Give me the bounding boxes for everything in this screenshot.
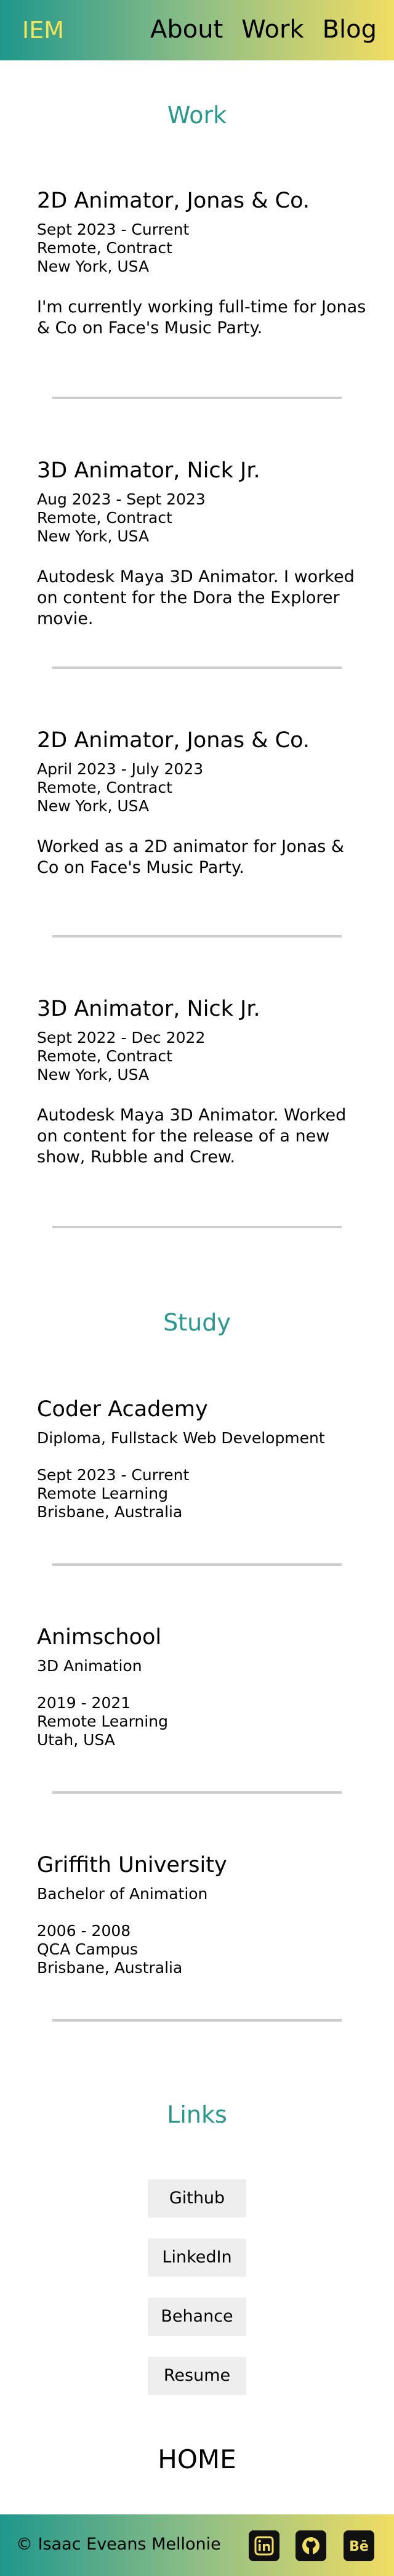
main-nav: About Work Blog — [150, 14, 377, 46]
links-section-title: Links — [167, 2101, 227, 2128]
work-entry-type: Remote, Contract — [37, 1047, 172, 1065]
work-entry-description: Autodesk Maya 3D Animator. Worked on con… — [37, 1106, 347, 1167]
work-entry-description: I'm currently working full-time for Jona… — [37, 298, 366, 338]
study-entry-mode: QCA Campus — [37, 1940, 139, 1958]
study-entry-qualification: Diploma, Fullstack Web Development — [37, 1429, 325, 1447]
work-entry-dates: Aug 2023 - Sept 2023 — [37, 490, 206, 508]
study-entry-dates: Sept 2023 - Current — [37, 1466, 190, 1484]
work-entry-type: Remote, Contract — [37, 779, 172, 796]
site-footer: © Isaac Eveans Mellonie Bē — [0, 2514, 394, 2576]
work-section-title: Work — [167, 102, 227, 129]
work-entry-location: New York, USA — [37, 527, 150, 545]
divider — [52, 935, 342, 938]
divider — [52, 1563, 342, 1566]
work-entry-title: 2D Animator, Jonas & Co. — [37, 728, 310, 753]
behance-icon[interactable]: Bē — [344, 2530, 374, 2561]
work-entry-type: Remote, Contract — [37, 239, 172, 257]
study-entry-title: Griffith University — [37, 1853, 227, 1877]
study-entry: Coder Academy Diploma, Fullstack Web Dev… — [37, 1396, 369, 1521]
behance-link-button[interactable]: Behance — [148, 2298, 246, 2336]
work-entry-location: New York, USA — [37, 797, 150, 815]
nav-blog-link[interactable]: Blog — [323, 14, 377, 46]
work-entry-location: New York, USA — [37, 257, 150, 275]
study-entry-qualification: 3D Animation — [37, 1657, 142, 1675]
linkedin-link-button[interactable]: LinkedIn — [148, 2238, 246, 2277]
study-entry-mode: Remote Learning — [37, 1484, 168, 1502]
divider — [52, 397, 342, 399]
study-entry-dates: 2019 - 2021 — [37, 1694, 131, 1712]
study-entry-location: Brisbane, Australia — [37, 1503, 183, 1521]
divider — [52, 1791, 342, 1794]
study-entry-mode: Remote Learning — [37, 1712, 168, 1730]
study-entry-title: Coder Academy — [37, 1397, 208, 1422]
work-entry-dates: April 2023 - July 2023 — [37, 760, 204, 778]
divider — [52, 666, 342, 669]
page: IEM About Work Blog Work 2D Animator, Jo… — [0, 0, 394, 2576]
work-entry-dates: Sept 2023 - Current — [37, 221, 190, 238]
study-entry-qualification: Bachelor of Animation — [37, 1885, 208, 1903]
study-section-title: Study — [163, 1309, 231, 1336]
work-entry-title: 3D Animator, Nick Jr. — [37, 997, 260, 1021]
nav-work-link[interactable]: Work — [241, 14, 304, 46]
work-entry-title: 3D Animator, Nick Jr. — [37, 458, 260, 483]
study-entry: Griffith University Bachelor of Animatio… — [37, 1852, 369, 1977]
copyright-text: © Isaac Eveans Mellonie — [16, 2535, 221, 2554]
work-entry-type: Remote, Contract — [37, 509, 172, 527]
github-link-button[interactable]: Github — [148, 2179, 246, 2218]
work-entry: 3D Animator, Nick Jr. Sept 2022 - Dec 20… — [37, 995, 369, 1168]
work-entry-description: Autodesk Maya 3D Animator. I worked on c… — [37, 567, 355, 628]
study-entry-dates: 2006 - 2008 — [37, 1922, 131, 1940]
divider — [52, 1226, 342, 1228]
home-link[interactable]: HOME — [0, 2443, 394, 2476]
work-entry: 3D Animator, Nick Jr. Aug 2023 - Sept 20… — [37, 457, 369, 630]
work-entry: 2D Animator, Jonas & Co. Sept 2023 - Cur… — [37, 187, 369, 339]
work-entry-title: 2D Animator, Jonas & Co. — [37, 188, 310, 213]
work-entry-dates: Sept 2022 - Dec 2022 — [37, 1029, 206, 1047]
work-entry-description: Worked as a 2D animator for Jonas & Co o… — [37, 837, 344, 877]
linkedin-icon[interactable] — [249, 2530, 279, 2561]
site-logo[interactable]: IEM — [22, 15, 64, 46]
svg-text:Bē: Bē — [349, 2539, 369, 2554]
github-icon[interactable] — [296, 2530, 326, 2561]
study-entry-location: Brisbane, Australia — [37, 1959, 183, 1977]
site-header: IEM About Work Blog — [0, 0, 394, 60]
divider — [52, 2019, 342, 2022]
resume-link-button[interactable]: Resume — [148, 2357, 246, 2395]
study-entry-title: Animschool — [37, 1625, 162, 1650]
work-entry: 2D Animator, Jonas & Co. April 2023 - Ju… — [37, 727, 369, 878]
study-entry-location: Utah, USA — [37, 1731, 115, 1749]
nav-about-link[interactable]: About — [150, 14, 223, 46]
study-entry: Animschool 3D Animation 2019 - 2021 Remo… — [37, 1624, 369, 1749]
work-entry-location: New York, USA — [37, 1066, 150, 1083]
